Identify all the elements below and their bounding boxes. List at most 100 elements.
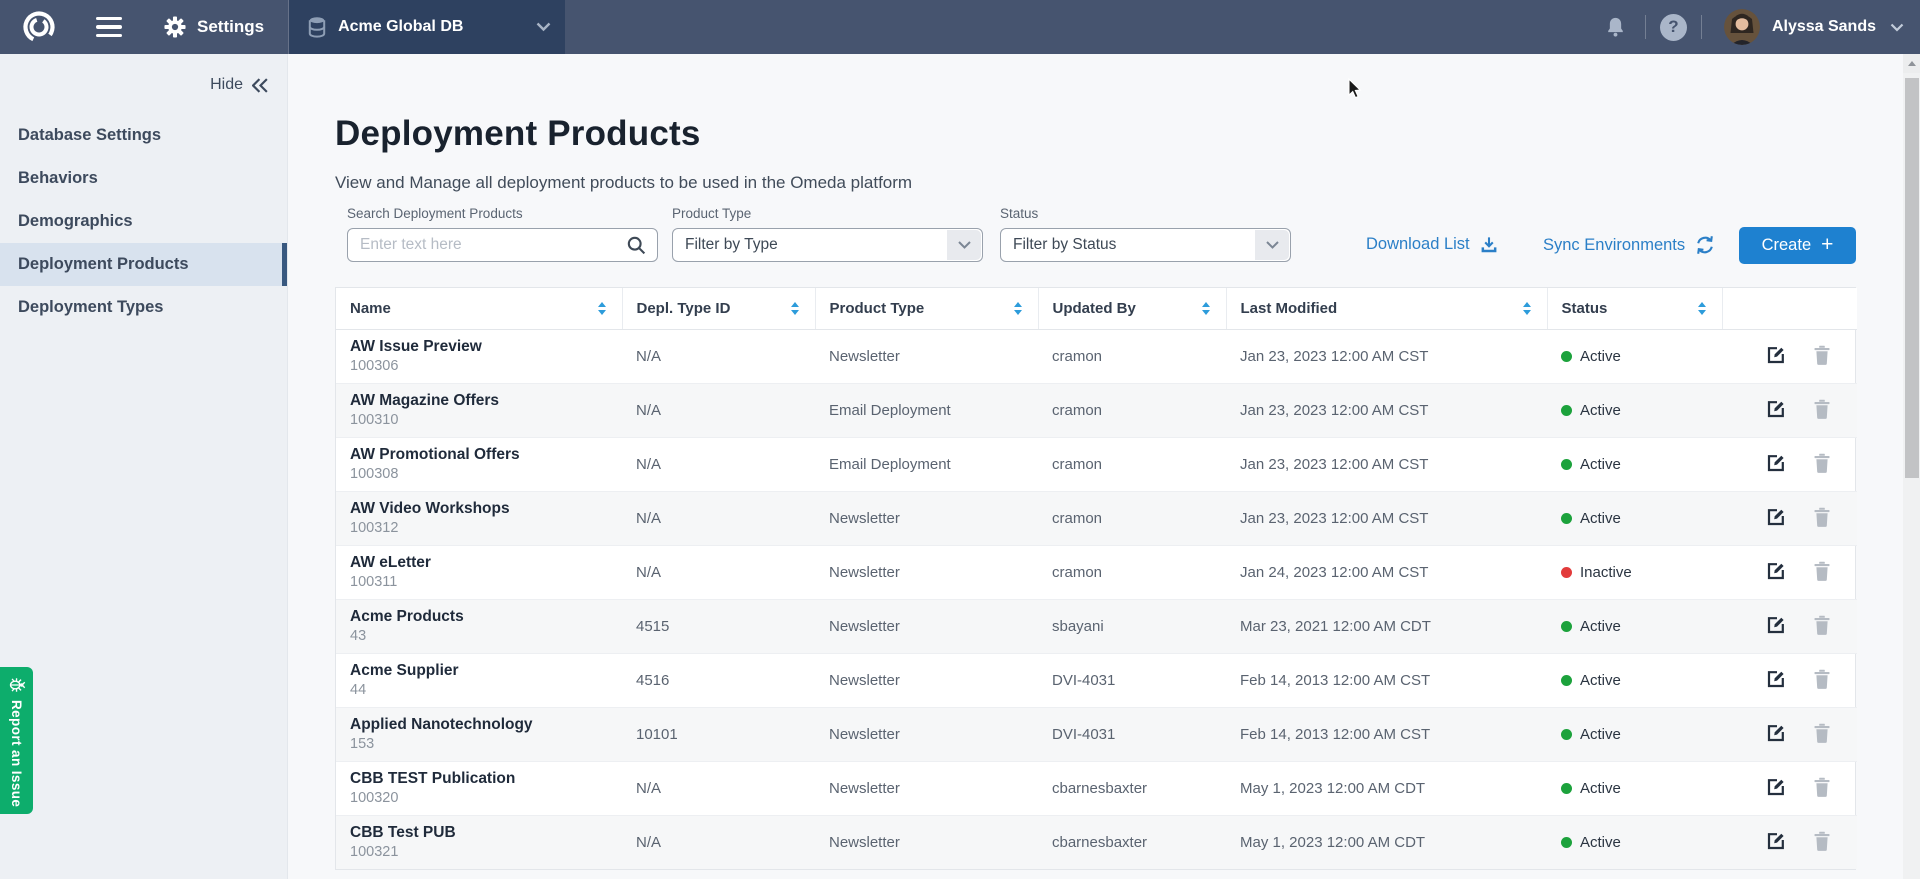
sort-icon[interactable] <box>791 302 799 315</box>
column-header-name[interactable]: Name <box>336 288 622 329</box>
status-badge: Active <box>1580 348 1621 365</box>
table-row: AW Video Workshops100312 N/A Newsletter … <box>336 491 1857 545</box>
hide-sidebar-button[interactable]: Hide <box>0 54 287 108</box>
sidebar-item-database-settings[interactable]: Database Settings <box>0 114 287 157</box>
column-header-depl-type-id[interactable]: Depl. Type ID <box>622 288 815 329</box>
sync-environments-button[interactable]: Sync Environments <box>1543 235 1716 255</box>
product-name[interactable]: Applied Nanotechnology <box>350 715 608 734</box>
delete-button[interactable] <box>1811 560 1833 582</box>
product-name[interactable]: CBB Test PUB <box>350 823 608 842</box>
sort-icon[interactable] <box>1014 302 1022 315</box>
delete-button[interactable] <box>1811 668 1833 690</box>
status-badge: Active <box>1580 510 1621 527</box>
edit-button[interactable] <box>1765 452 1787 474</box>
cell-depl-type-id: N/A <box>622 491 815 545</box>
scrollbar-thumb[interactable] <box>1905 78 1919 478</box>
trash-icon <box>1813 669 1831 689</box>
search-input[interactable] <box>348 229 657 261</box>
status-badge: Active <box>1580 672 1621 689</box>
delete-button[interactable] <box>1811 722 1833 744</box>
database-name: Acme Global DB <box>338 18 536 36</box>
sort-icon[interactable] <box>1202 302 1210 315</box>
delete-button[interactable] <box>1811 452 1833 474</box>
status-dot-icon <box>1561 675 1572 686</box>
product-id: 44 <box>350 681 608 699</box>
column-header-product-type[interactable]: Product Type <box>815 288 1038 329</box>
product-name[interactable]: CBB TEST Publication <box>350 769 608 788</box>
cell-product-type: Newsletter <box>815 491 1038 545</box>
cell-last-modified: Jan 23, 2023 12:00 AM CST <box>1226 329 1547 383</box>
gear-icon <box>164 16 186 38</box>
table-header-row: Name Depl. Type ID Product Type Updated … <box>336 288 1857 329</box>
sort-icon[interactable] <box>598 302 606 315</box>
nav-settings[interactable]: Settings <box>164 16 264 38</box>
create-button[interactable]: Create + <box>1739 227 1856 264</box>
scrollbar-up-button[interactable] <box>1903 54 1920 73</box>
product-type-select[interactable]: Filter by Type <box>672 228 983 262</box>
edit-button[interactable] <box>1765 830 1787 852</box>
cell-depl-type-id: 4516 <box>622 653 815 707</box>
product-name[interactable]: AW Issue Preview <box>350 337 608 356</box>
column-header-updated-by[interactable]: Updated By <box>1038 288 1226 329</box>
bell-icon <box>1604 15 1627 39</box>
sidebar-item-demographics[interactable]: Demographics <box>0 200 287 243</box>
database-icon <box>307 16 327 38</box>
edit-button[interactable] <box>1765 560 1787 582</box>
product-id: 100311 <box>350 573 608 591</box>
help-button[interactable]: ? <box>1660 14 1687 41</box>
cell-last-modified: Jan 24, 2023 12:00 AM CST <box>1226 545 1547 599</box>
edit-button[interactable] <box>1765 506 1787 528</box>
cell-last-modified: Feb 14, 2013 12:00 AM CST <box>1226 653 1547 707</box>
report-an-issue-tab[interactable]: Report an Issue <box>0 667 33 814</box>
download-list-label: Download List <box>1366 235 1470 254</box>
product-name[interactable]: AW Promotional Offers <box>350 445 608 464</box>
cell-depl-type-id: N/A <box>622 545 815 599</box>
cell-depl-type-id: N/A <box>622 437 815 491</box>
product-name[interactable]: Acme Supplier <box>350 661 608 680</box>
delete-button[interactable] <box>1811 344 1833 366</box>
database-selector[interactable]: Acme Global DB <box>289 0 565 54</box>
column-header-last-modified[interactable]: Last Modified <box>1226 288 1547 329</box>
edit-button[interactable] <box>1765 776 1787 798</box>
edit-button[interactable] <box>1765 398 1787 420</box>
hamburger-menu-icon[interactable] <box>96 17 122 38</box>
page-title: Deployment Products <box>335 114 701 154</box>
product-type-label: Product Type <box>672 206 751 221</box>
sort-icon[interactable] <box>1523 302 1531 315</box>
delete-button[interactable] <box>1811 398 1833 420</box>
vertical-scrollbar[interactable] <box>1903 54 1920 879</box>
notifications-bell-button[interactable] <box>1601 12 1631 42</box>
sidebar-item-deployment-products[interactable]: Deployment Products <box>0 243 287 286</box>
select-chevron-down-icon <box>947 230 981 260</box>
product-name[interactable]: Acme Products <box>350 607 608 626</box>
edit-button[interactable] <box>1765 614 1787 636</box>
trash-icon <box>1813 831 1831 851</box>
cell-last-modified: May 1, 2023 12:00 AM CDT <box>1226 815 1547 869</box>
user-menu-chevron-icon[interactable] <box>1890 23 1904 32</box>
edit-button[interactable] <box>1765 722 1787 744</box>
delete-button[interactable] <box>1811 614 1833 636</box>
status-select[interactable]: Filter by Status <box>1000 228 1291 262</box>
product-name[interactable]: AW Magazine Offers <box>350 391 608 410</box>
edit-pencil-icon <box>1766 723 1786 743</box>
omeda-logo-icon[interactable] <box>22 10 56 44</box>
product-name[interactable]: AW Video Workshops <box>350 499 608 518</box>
top-navbar: Settings Acme Global DB ? <box>0 0 1920 54</box>
download-list-button[interactable]: Download List <box>1366 235 1499 254</box>
delete-button[interactable] <box>1811 830 1833 852</box>
delete-button[interactable] <box>1811 506 1833 528</box>
delete-button[interactable] <box>1811 776 1833 798</box>
main-content: Deployment Products View and Manage all … <box>289 54 1903 879</box>
search-icon[interactable] <box>626 235 647 261</box>
edit-pencil-icon <box>1766 777 1786 797</box>
column-header-status[interactable]: Status <box>1547 288 1722 329</box>
edit-button[interactable] <box>1765 668 1787 690</box>
user-avatar[interactable] <box>1724 9 1760 45</box>
edit-button[interactable] <box>1765 344 1787 366</box>
sidebar-item-deployment-types[interactable]: Deployment Types <box>0 286 287 329</box>
product-name[interactable]: AW eLetter <box>350 553 608 572</box>
sidebar-item-behaviors[interactable]: Behaviors <box>0 157 287 200</box>
status-badge: Active <box>1580 726 1621 743</box>
nav-separator <box>1701 15 1702 39</box>
sort-icon[interactable] <box>1698 302 1706 315</box>
